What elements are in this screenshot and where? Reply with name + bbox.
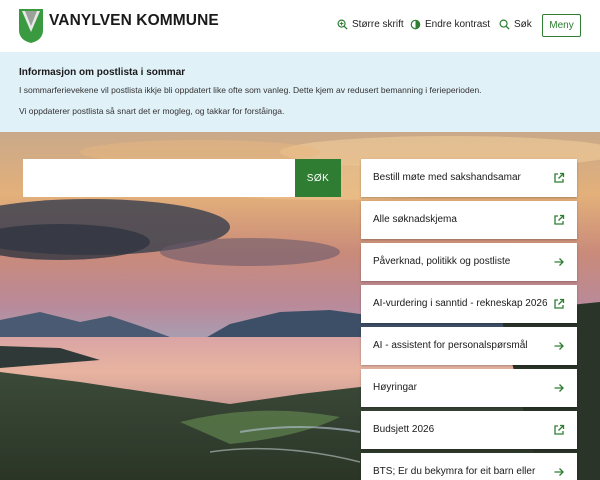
quick-link[interactable]: BTS; Er du bekymra for eit barn eller bbox=[361, 453, 577, 480]
quick-link-label: Alle søknadskjema bbox=[373, 214, 457, 225]
quick-link[interactable]: Alle søknadskjema bbox=[361, 201, 577, 239]
zoom-in-icon bbox=[337, 19, 348, 30]
bigger-text-button[interactable]: Større skrift bbox=[337, 19, 404, 30]
arrow-right-icon bbox=[554, 384, 564, 392]
arrow-right-icon bbox=[554, 258, 564, 266]
menu-button[interactable]: Meny bbox=[542, 14, 581, 37]
contrast-label: Endre kontrast bbox=[425, 19, 491, 30]
quick-link-label: Høyringar bbox=[373, 382, 417, 393]
external-link-icon bbox=[554, 172, 565, 183]
quick-link[interactable]: Bestill møte med sakshandsamar bbox=[361, 159, 577, 197]
quick-link[interactable]: Høyringar bbox=[361, 369, 577, 407]
quick-link-label: Bestill møte med sakshandsamar bbox=[373, 172, 521, 183]
banner-text-1: I sommarferievekene vil postlista ikkje … bbox=[19, 85, 482, 95]
quick-link[interactable]: Påverknad, politikk og postliste bbox=[361, 243, 577, 281]
quick-link[interactable]: AI-vurdering i sanntid - rekneskap 2026 bbox=[361, 285, 577, 323]
quick-link-label: Budsjett 2026 bbox=[373, 424, 435, 435]
external-link-icon bbox=[554, 298, 565, 309]
municipality-logo-icon[interactable] bbox=[18, 8, 44, 44]
quick-link-label: Påverknad, politikk og postliste bbox=[373, 256, 511, 267]
quick-link-label: BTS; Er du bekymra for eit barn eller bbox=[373, 466, 536, 477]
search-input[interactable] bbox=[23, 159, 295, 197]
quick-link[interactable]: AI - assistent for personalspørsmål bbox=[361, 327, 577, 365]
arrow-right-icon bbox=[554, 342, 564, 350]
header-search-label: Søk bbox=[514, 19, 532, 30]
banner-text-2: Vi oppdaterer postlista så snart det er … bbox=[19, 106, 285, 116]
external-link-icon bbox=[554, 424, 565, 435]
banner-title: Informasjon om postlista i sommar bbox=[19, 67, 186, 78]
bigger-text-label: Større skrift bbox=[352, 19, 404, 30]
header-search-button[interactable]: Søk bbox=[499, 19, 532, 30]
search-icon bbox=[499, 19, 510, 30]
quick-link[interactable]: Budsjett 2026 bbox=[361, 411, 577, 449]
external-link-icon bbox=[554, 214, 565, 225]
arrow-right-icon bbox=[554, 468, 564, 476]
quick-link-label: AI - assistent for personalspørsmål bbox=[373, 340, 528, 351]
info-banner: Informasjon om postlista i sommar I somm… bbox=[0, 52, 600, 132]
contrast-icon bbox=[410, 19, 421, 30]
quick-link-label: AI-vurdering i sanntid - rekneskap 2026 bbox=[373, 298, 548, 309]
site-title[interactable]: VANYLVEN KOMMUNE bbox=[49, 12, 219, 30]
hero-search: SØK bbox=[23, 159, 341, 197]
site-header: VANYLVEN KOMMUNE Større skrift Endre kon… bbox=[0, 0, 600, 52]
search-submit-button[interactable]: SØK bbox=[295, 159, 341, 197]
contrast-button[interactable]: Endre kontrast bbox=[410, 19, 490, 30]
